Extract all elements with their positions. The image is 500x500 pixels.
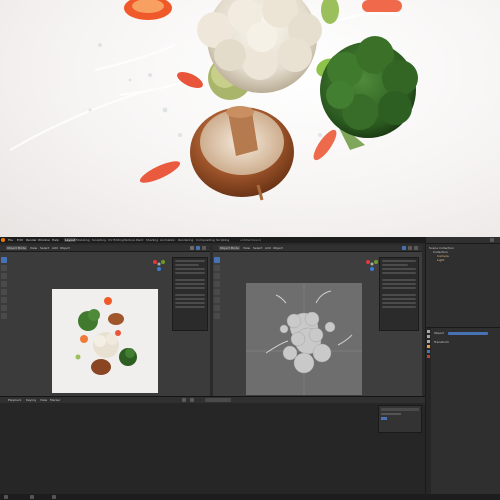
transform-tool-icon[interactable] xyxy=(214,297,220,303)
menu-add[interactable]: Add xyxy=(265,246,271,250)
menu-window[interactable]: Window xyxy=(38,238,50,242)
left-toolbar xyxy=(1,257,7,321)
floating-panel[interactable] xyxy=(378,405,422,433)
scale-tool-icon[interactable] xyxy=(1,289,7,295)
left-viewport[interactable]: Object Mode View Select Add Object xyxy=(0,245,210,397)
transform-tool-icon[interactable] xyxy=(1,297,7,303)
vegetable-render xyxy=(9,0,418,201)
menu-select[interactable]: Select xyxy=(40,246,49,250)
timeline-header: Playback Keying View Marker xyxy=(0,397,425,403)
left-viewport-header: Object Mode View Select Add Object xyxy=(0,245,210,252)
timeline-marker[interactable]: Marker xyxy=(50,398,60,402)
outliner-tree: Scene Collection Collection Camera Light xyxy=(426,244,500,264)
select-tool-icon[interactable] xyxy=(214,257,220,263)
menu-view[interactable]: View xyxy=(30,246,37,250)
solid-view-mesh xyxy=(246,283,362,395)
render-tab-icon[interactable] xyxy=(427,330,430,333)
menu-object[interactable]: Object xyxy=(273,246,283,250)
tab-texture-paint[interactable]: Texture Paint xyxy=(124,238,143,242)
modifier-tab-icon[interactable] xyxy=(427,350,430,353)
output-tab-icon[interactable] xyxy=(427,335,430,338)
right-viewport-header: Object Mode View Select Add Object xyxy=(213,245,422,252)
move-tool-icon[interactable] xyxy=(1,273,7,279)
camera-frame xyxy=(246,283,362,395)
menu-select[interactable]: Select xyxy=(253,246,262,250)
properties-editor[interactable]: Object Transform xyxy=(426,328,500,494)
tab-layout[interactable]: Layout xyxy=(64,238,77,242)
right-viewport[interactable]: Object Mode View Select Add Object xyxy=(213,245,422,397)
outliner-item[interactable]: Light xyxy=(429,258,498,262)
shading-rendered-icon[interactable] xyxy=(196,246,200,250)
properties-transform-label: Transform xyxy=(434,340,449,344)
timeline-keying[interactable]: Keying xyxy=(26,398,36,402)
cursor-tool-icon[interactable] xyxy=(1,265,7,271)
measure-tool-icon[interactable] xyxy=(214,313,220,319)
outliner-header xyxy=(426,237,500,244)
mouse-left-icon xyxy=(4,495,8,499)
shading-solid-icon[interactable] xyxy=(402,246,406,250)
cursor-tool-icon[interactable] xyxy=(214,265,220,271)
xray-icon[interactable] xyxy=(414,246,418,250)
properties-tabs xyxy=(426,328,431,494)
right-toolbar xyxy=(214,257,220,321)
mouse-right-icon xyxy=(52,495,56,499)
move-tool-icon[interactable] xyxy=(214,273,220,279)
object-tab-icon[interactable] xyxy=(427,345,430,348)
window-title: untitled.blend xyxy=(240,238,261,242)
navigation-gizmo-icon[interactable] xyxy=(150,259,168,273)
annotate-tool-icon[interactable] xyxy=(1,305,7,311)
timeline-view[interactable]: View xyxy=(40,398,47,402)
outliner-properties-area[interactable]: Scene Collection Collection Camera Light… xyxy=(425,237,500,494)
menu-add[interactable]: Add xyxy=(52,246,58,250)
mouse-middle-icon xyxy=(30,495,34,499)
tab-rendering[interactable]: Rendering xyxy=(178,238,193,242)
frame-range-field[interactable] xyxy=(205,398,231,402)
material-tab-icon[interactable] xyxy=(427,355,430,358)
left-n-panel[interactable] xyxy=(172,257,208,331)
shading-solid-icon[interactable] xyxy=(190,246,194,250)
blender-logo-icon[interactable] xyxy=(1,238,5,242)
mode-select[interactable]: Object Mode xyxy=(219,246,240,250)
right-n-panel[interactable] xyxy=(379,257,419,331)
render-thumbnail xyxy=(75,297,137,375)
menu-help[interactable]: Help xyxy=(52,238,59,242)
tab-modeling[interactable]: Modeling xyxy=(76,238,90,242)
camera-frame xyxy=(52,289,158,393)
menu-view[interactable]: View xyxy=(243,246,250,250)
menu-file[interactable]: File xyxy=(8,238,13,242)
properties-object-label: Object xyxy=(434,331,444,335)
mode-select[interactable]: Object Mode xyxy=(6,246,27,250)
overlays-icon[interactable] xyxy=(202,246,206,250)
measure-tool-icon[interactable] xyxy=(1,313,7,319)
object-name-field[interactable] xyxy=(448,332,488,335)
annotate-tool-icon[interactable] xyxy=(214,305,220,311)
status-bar xyxy=(0,494,500,500)
rotate-tool-icon[interactable] xyxy=(1,281,7,287)
scale-tool-icon[interactable] xyxy=(214,289,220,295)
outliner-filter-icon[interactable] xyxy=(490,238,494,242)
rotate-tool-icon[interactable] xyxy=(214,281,220,287)
menu-object[interactable]: Object xyxy=(60,246,70,250)
tab-sculpting[interactable]: Sculpting xyxy=(92,238,106,242)
menu-edit[interactable]: Edit xyxy=(17,238,23,242)
tab-compositing[interactable]: Compositing xyxy=(196,238,215,242)
blender-window: File Edit Render Window Help Layout Mode… xyxy=(0,237,500,500)
tab-uv-editing[interactable]: UV Editing xyxy=(108,238,124,242)
tab-shading[interactable]: Shading xyxy=(146,238,158,242)
menu-render[interactable]: Render xyxy=(26,238,37,242)
overlays-icon[interactable] xyxy=(408,246,412,250)
mushroom xyxy=(190,106,294,201)
render-preview xyxy=(0,0,500,237)
tab-scripting[interactable]: Scripting xyxy=(216,238,229,242)
tab-animation[interactable]: Animation xyxy=(160,238,175,242)
record-icon[interactable] xyxy=(182,398,186,402)
play-icon[interactable] xyxy=(190,398,194,402)
select-tool-icon[interactable] xyxy=(1,257,7,263)
scene-tab-icon[interactable] xyxy=(427,340,430,343)
timeline-playback[interactable]: Playback xyxy=(8,398,21,402)
timeline-editor[interactable]: Playback Keying View Marker xyxy=(0,396,425,494)
